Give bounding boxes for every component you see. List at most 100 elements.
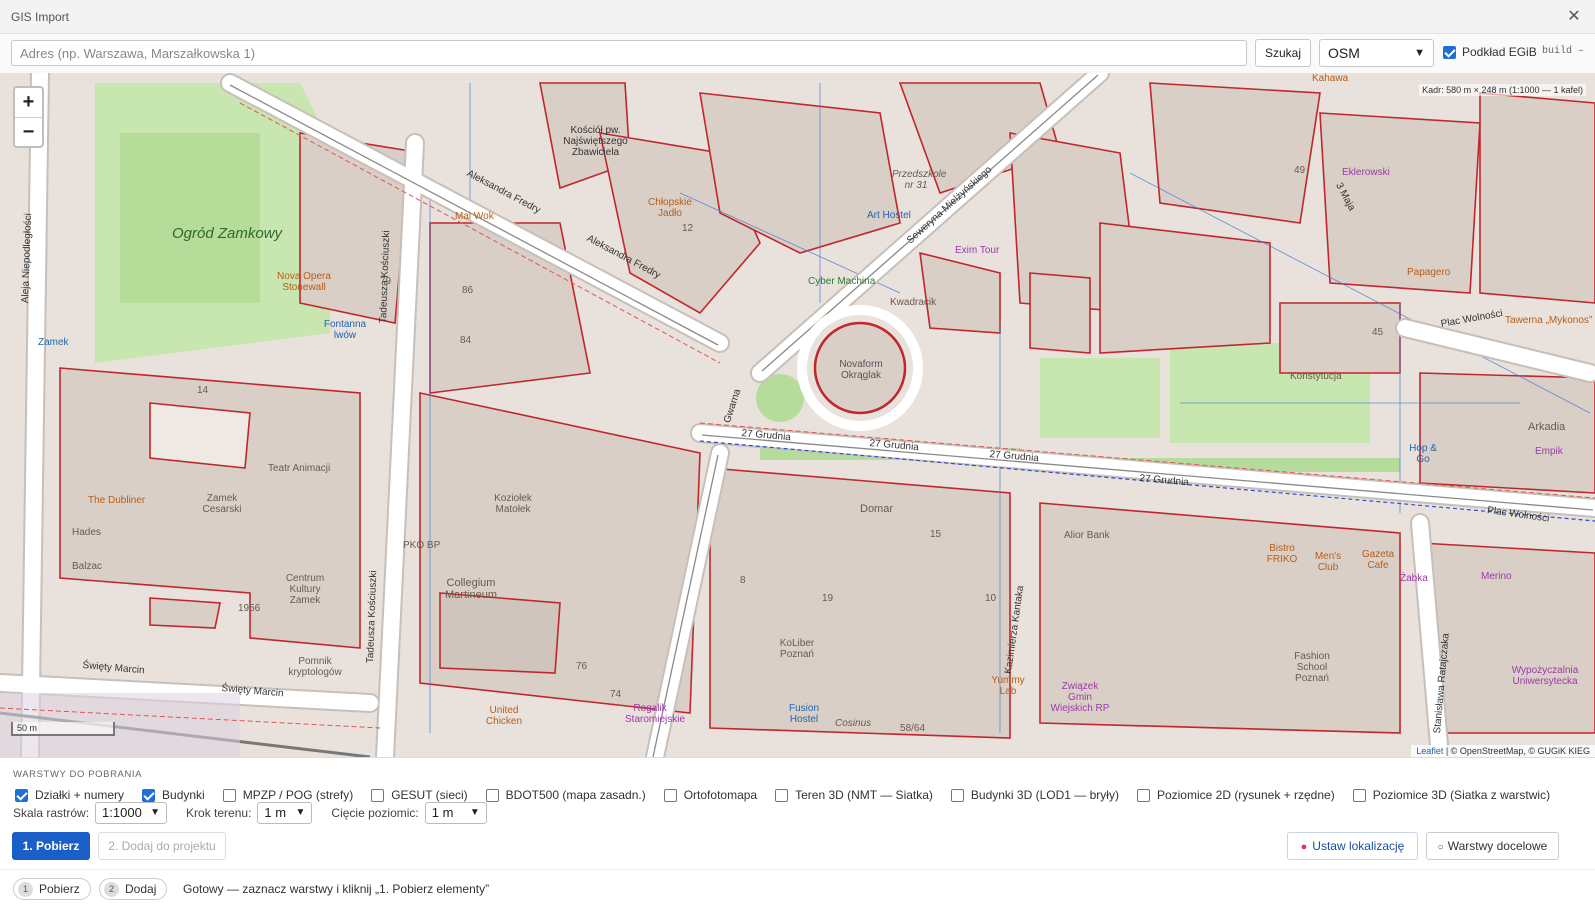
raster-scale-select[interactable]: 1:1000 ▼ [95, 802, 168, 824]
leaflet-link[interactable]: Leaflet [1416, 746, 1443, 756]
map-label-zamek-cesarski: Zamek Cesarski [202, 493, 242, 515]
layer-checkbox[interactable] [1136, 788, 1150, 802]
layer-bdot500[interactable]: BDOT500 (mapa zasadn.) [485, 788, 646, 802]
address-search-input[interactable] [11, 40, 1247, 66]
scale-bar: 50 m [11, 722, 115, 736]
map-label-wypozyczalnia: Wypożyczalnia Uniwersytecka [1511, 665, 1579, 687]
egib-toggle[interactable]: Podkład EGiB [1443, 45, 1537, 59]
step-number: 1 [18, 881, 33, 897]
map-label-n12: 12 [682, 223, 694, 234]
map-label-n58: 58/64 [900, 723, 926, 734]
title-bar: GIS Import ✕ [0, 0, 1595, 34]
fetch-button[interactable]: 1. Pobierz [12, 832, 90, 860]
contour-select[interactable]: 1 m ▼ [424, 802, 487, 824]
status-bar: 1 Pobierz 2 Dodaj Gotowy — zaznacz warstwy… [0, 869, 1595, 900]
map-label-cyber: Cyber Machina [808, 276, 876, 287]
map-label-dubliner: The Dubliner [88, 495, 146, 506]
map-label-przedszkole: Przedszkole nr 31 [892, 169, 947, 191]
layer-dzialki[interactable]: Działki + numery [15, 788, 124, 802]
raster-scale-label: Skala rastrów: [13, 806, 90, 820]
layer-checkbox[interactable] [663, 788, 677, 802]
close-icon[interactable]: ✕ [1563, 6, 1585, 28]
layer-teren-3d[interactable]: Teren 3D (NMT — Siatka) [775, 788, 933, 802]
contour-value: 1 m [431, 805, 454, 820]
layer-budynki-3d[interactable]: Budynki 3D (LOD1 — bryły) [950, 788, 1119, 802]
layer-mpzp[interactable]: MPZP / POG (strefy) [222, 788, 353, 802]
layer-poziomice-3d[interactable]: Poziomice 3D (Siatka z warstwic) [1352, 788, 1551, 802]
layer-budynki[interactable]: Budynki [142, 788, 205, 802]
search-button[interactable]: Szukaj [1255, 39, 1311, 67]
raster-scale-option: Skala rastrów: 1:1000 ▼ [13, 802, 168, 824]
options-row: Skala rastrów: 1:1000 ▼ Krok terenu: 1 m ▼… [13, 801, 506, 825]
map-label-konstytucja: Konstytucja [1290, 371, 1342, 382]
map-label-pko: PKO BP [403, 540, 441, 551]
map-label-park: Ogród Zamkowy [172, 225, 283, 242]
map-label-n86: 86 [462, 285, 474, 296]
zoom-out-button[interactable]: − [15, 117, 42, 146]
map-label-art-hostel: Art Hostel [867, 210, 911, 221]
target-layers-button[interactable]: ○ Warstwy docelowe [1426, 832, 1559, 860]
layer-checkbox[interactable] [222, 788, 236, 802]
map-label-n45: 45 [1372, 327, 1384, 338]
map-label-n79: 79 [380, 276, 392, 287]
basemap-selected-value: OSM [1328, 45, 1360, 61]
map-label-teatr: Teatr Animacji [268, 463, 331, 474]
map-label-nova-opera: Nova Opera Stonewall [277, 271, 331, 293]
layer-label: Poziomice 3D (Siatka z warstwic) [1372, 788, 1551, 802]
map-label-hades: Hades [72, 527, 101, 538]
layer-checkbox[interactable] [371, 788, 385, 802]
layers-panel: WARSTWY DO POBRANIA Działki + numery Bud… [0, 757, 1595, 922]
map-label-n49: 49 [1294, 165, 1306, 176]
map-label-n76: 76 [576, 661, 588, 672]
zoom-in-button[interactable]: + [15, 88, 42, 117]
map-label-n8: 8 [740, 575, 746, 586]
raster-scale-value: 1:1000 [102, 805, 142, 820]
map-label-fashion: Fashion School Poznań [1294, 651, 1330, 684]
set-location-button[interactable]: ● Ustaw lokalizację [1287, 832, 1418, 860]
map-label-fontanna: Fontanna lwów [323, 319, 367, 341]
egib-checkbox[interactable] [1443, 45, 1456, 59]
step-number: 2 [104, 881, 119, 897]
step-label: Dodaj [125, 882, 157, 896]
search-toolbar: Szukaj OSM ▼ Podkład EGiB build – [0, 34, 1595, 73]
map-label-eklerowski: Eklerowski [1342, 167, 1390, 178]
chevron-down-icon: ▼ [295, 807, 306, 818]
layer-label: GESUT (sieci) [391, 788, 468, 802]
basemap-select[interactable]: OSM ▼ [1319, 39, 1434, 67]
layer-checkbox[interactable] [1352, 788, 1366, 802]
map-label-bistro: Bistro FRIKO [1266, 543, 1298, 565]
map-label-collegium: Collegium Martineum [445, 577, 497, 601]
add-to-project-button[interactable]: 2. Dodaj do projektu [98, 832, 226, 860]
egib-label: Podkład EGiB [1462, 45, 1537, 59]
layer-ortofotomapa[interactable]: Ortofotomapa [663, 788, 757, 802]
chevron-down-icon: ▼ [1414, 47, 1425, 59]
layer-checkbox[interactable] [775, 788, 789, 802]
map-label-zamek-west: Zamek [38, 337, 69, 348]
map-label-zwiazek: Związek Gmin Wiejskich RP [1050, 681, 1110, 714]
map-label-fusion: Fusion Hostel [788, 703, 819, 725]
map-label-n19: 19 [822, 593, 834, 604]
terrain-step-label: Krok terenu: [186, 806, 252, 820]
map-label-koziolek: Koziołek Matołek [494, 493, 532, 515]
map-label-n15: 15 [930, 529, 942, 540]
layer-checkbox[interactable] [950, 788, 964, 802]
map-label-okraglak: Novaform Okrąglak [839, 359, 883, 381]
map-label-pomnik: Pomnik kryptologów [288, 656, 342, 678]
map-label-hop: Hop & Go [1409, 443, 1437, 465]
map-attribution: Leaflet | © OpenStreetMap, © GUGiK KIEG [1411, 745, 1595, 757]
map-label-n84: 84 [460, 335, 472, 346]
window-title: GIS Import [11, 10, 70, 24]
map-view[interactable]: Ogród Zamkowy Aleja Niepodległości Zamek… [0, 73, 1595, 757]
layer-gesut[interactable]: GESUT (sieci) [371, 788, 468, 802]
layer-checkbox[interactable] [142, 788, 156, 802]
map-label-chlopskie: Chłopskie Jadło [648, 197, 692, 219]
terrain-step-select[interactable]: 1 m ▼ [257, 802, 313, 824]
map-label-balzac: Balzac [72, 561, 103, 572]
map-label-n74: 74 [610, 689, 622, 700]
layer-checkbox[interactable] [485, 788, 499, 802]
contour-label: Cięcie poziomic: [331, 806, 419, 820]
map-label-united: United Chicken [485, 705, 523, 727]
layer-checkbox[interactable] [15, 788, 28, 802]
layer-poziomice-2d[interactable]: Poziomice 2D (rysunek + rzędne) [1136, 788, 1335, 802]
contour-option: Cięcie poziomic: 1 m ▼ [331, 802, 487, 824]
